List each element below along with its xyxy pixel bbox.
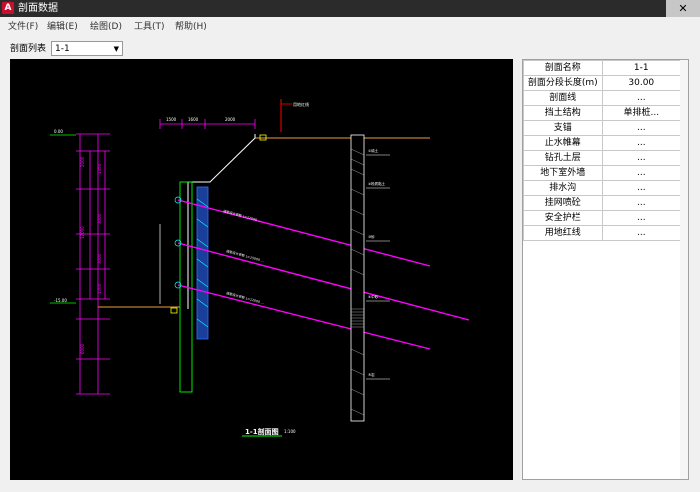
property-value[interactable]: ... [601, 210, 682, 226]
property-name: 排水沟 [523, 180, 603, 196]
property-value[interactable]: ... [601, 135, 682, 151]
property-row[interactable]: 挡土结构 单排桩... [523, 105, 682, 121]
elevation-markers [50, 134, 76, 304]
property-name: 用地红线 [523, 225, 603, 241]
property-name: 地下室外墙 [523, 165, 603, 181]
section-select-value: 1-1 [55, 44, 70, 54]
property-value[interactable]: ... [601, 120, 682, 136]
svg-text:3000: 3000 [97, 253, 102, 264]
svg-text:1700: 1700 [97, 283, 102, 294]
app-icon: A [2, 2, 14, 14]
menu-draw[interactable]: 绘图(D) [90, 21, 122, 33]
svg-text:1350: 1350 [97, 163, 102, 174]
property-name: 支锚 [523, 120, 603, 136]
title-bar: A 剖面数据 ✕ [0, 0, 700, 17]
svg-text:2000: 2000 [80, 156, 85, 167]
borehole-column [350, 134, 365, 422]
property-row[interactable]: 用地红线... [523, 225, 682, 241]
section-scale: 1:100 [284, 429, 296, 434]
svg-text:②粉质黏土: ②粉质黏土 [368, 181, 386, 186]
menu-help[interactable]: 帮助(H) [175, 21, 207, 33]
top-dimension-values: 1500 1600 2000 [166, 117, 236, 122]
property-name: 安全护栏 [523, 210, 603, 226]
svg-text:⑤岩: ⑤岩 [368, 372, 375, 377]
chevron-down-icon: ▼ [113, 45, 119, 53]
svg-text:锚索设计参数 L=12000 …: 锚索设计参数 L=12000 … [226, 290, 265, 305]
property-name: 挂网喷砼 [523, 195, 603, 211]
property-row[interactable]: 剖面线... [523, 90, 682, 106]
svg-text:-15.00: -15.00 [54, 298, 67, 303]
menu-bar: 文件(F) 编辑(E) 绘图(D) 工具(T) 帮助(H) [0, 19, 700, 35]
property-value[interactable]: ... [601, 165, 682, 181]
svg-text:0.00: 0.00 [54, 129, 63, 134]
property-row[interactable]: 钻孔土层... [523, 150, 682, 166]
property-name: 剖面分段长度(m) [523, 75, 603, 91]
window-title: 剖面数据 [18, 3, 58, 14]
layer-leaders [366, 154, 390, 380]
section-drawing: 2000 12000 1350 3000 3000 1700 6000 0.00… [50, 99, 470, 437]
property-name: 剖面名称 [523, 60, 603, 76]
property-row[interactable]: 剖面分段长度(m) 30.00 [523, 75, 682, 91]
section-select[interactable]: 1-1 ▼ [51, 41, 123, 56]
section-list-label: 剖面列表 [10, 44, 47, 54]
layer-labels: ①填土 ②粉质黏土 ③砂 ④中砂 ⑤岩 [368, 148, 386, 377]
property-value[interactable]: 30.00 [601, 75, 682, 91]
property-name: 挡土结构 [523, 105, 603, 121]
section-title: 1-1剖面图 [245, 427, 279, 436]
bottom-ditch [170, 307, 178, 314]
property-row[interactable]: 排水沟... [523, 180, 682, 196]
close-button[interactable]: ✕ [666, 0, 700, 17]
property-value[interactable]: ... [601, 150, 682, 166]
svg-text:①填土: ①填土 [368, 148, 379, 153]
property-row[interactable]: 挂网喷砼... [523, 195, 682, 211]
elevation-labels: 0.00 -15.00 [54, 129, 67, 303]
property-value[interactable]: ... [601, 90, 682, 106]
anchors [177, 199, 470, 350]
svg-text:③砂: ③砂 [368, 234, 375, 239]
property-value[interactable]: 单排桩... [601, 105, 682, 121]
property-value[interactable]: ... [601, 195, 682, 211]
property-value[interactable]: ... [601, 180, 682, 196]
property-row[interactable]: 安全护栏... [523, 210, 682, 226]
property-row[interactable]: 地下室外墙... [523, 165, 682, 181]
property-name: 剖面线 [523, 90, 603, 106]
property-table: 剖面名称 1-1 剖面分段长度(m) 30.00 剖面线... 挡土结构 单排桩...… [523, 60, 682, 241]
svg-text:2000: 2000 [225, 117, 236, 122]
left-dimension-values: 2000 12000 1350 3000 3000 1700 6000 [80, 156, 102, 354]
property-row[interactable]: 支锚... [523, 120, 682, 136]
red-line-marker: 用地红线 [280, 99, 309, 132]
menu-edit[interactable]: 编辑(E) [47, 21, 78, 33]
drawing-canvas[interactable]: 2000 12000 1350 3000 3000 1700 6000 0.00… [10, 59, 513, 480]
menu-tools[interactable]: 工具(T) [134, 21, 165, 33]
svg-text:④中砂: ④中砂 [368, 294, 379, 299]
property-value[interactable]: ... [601, 225, 682, 241]
panel-scrollbar[interactable] [680, 60, 688, 479]
svg-text:3000: 3000 [97, 213, 102, 224]
property-row[interactable]: 止水帷幕... [523, 135, 682, 151]
svg-text:1500: 1500 [166, 117, 177, 122]
property-value[interactable]: 1-1 [601, 60, 682, 76]
property-row[interactable]: 剖面名称 1-1 [523, 60, 682, 76]
property-name: 钻孔土层 [523, 150, 603, 166]
menu-file[interactable]: 文件(F) [8, 21, 38, 33]
property-name: 止水帷幕 [523, 135, 603, 151]
svg-text:锚索设计参数 L=12000 …: 锚索设计参数 L=12000 … [223, 208, 262, 223]
svg-text:用地红线: 用地红线 [293, 101, 309, 107]
svg-text:12000: 12000 [80, 226, 85, 239]
svg-text:1600: 1600 [188, 117, 199, 122]
property-panel: 剖面名称 1-1 剖面分段长度(m) 30.00 剖面线... 挡土结构 单排桩...… [522, 59, 689, 480]
svg-text:6000: 6000 [80, 343, 85, 354]
